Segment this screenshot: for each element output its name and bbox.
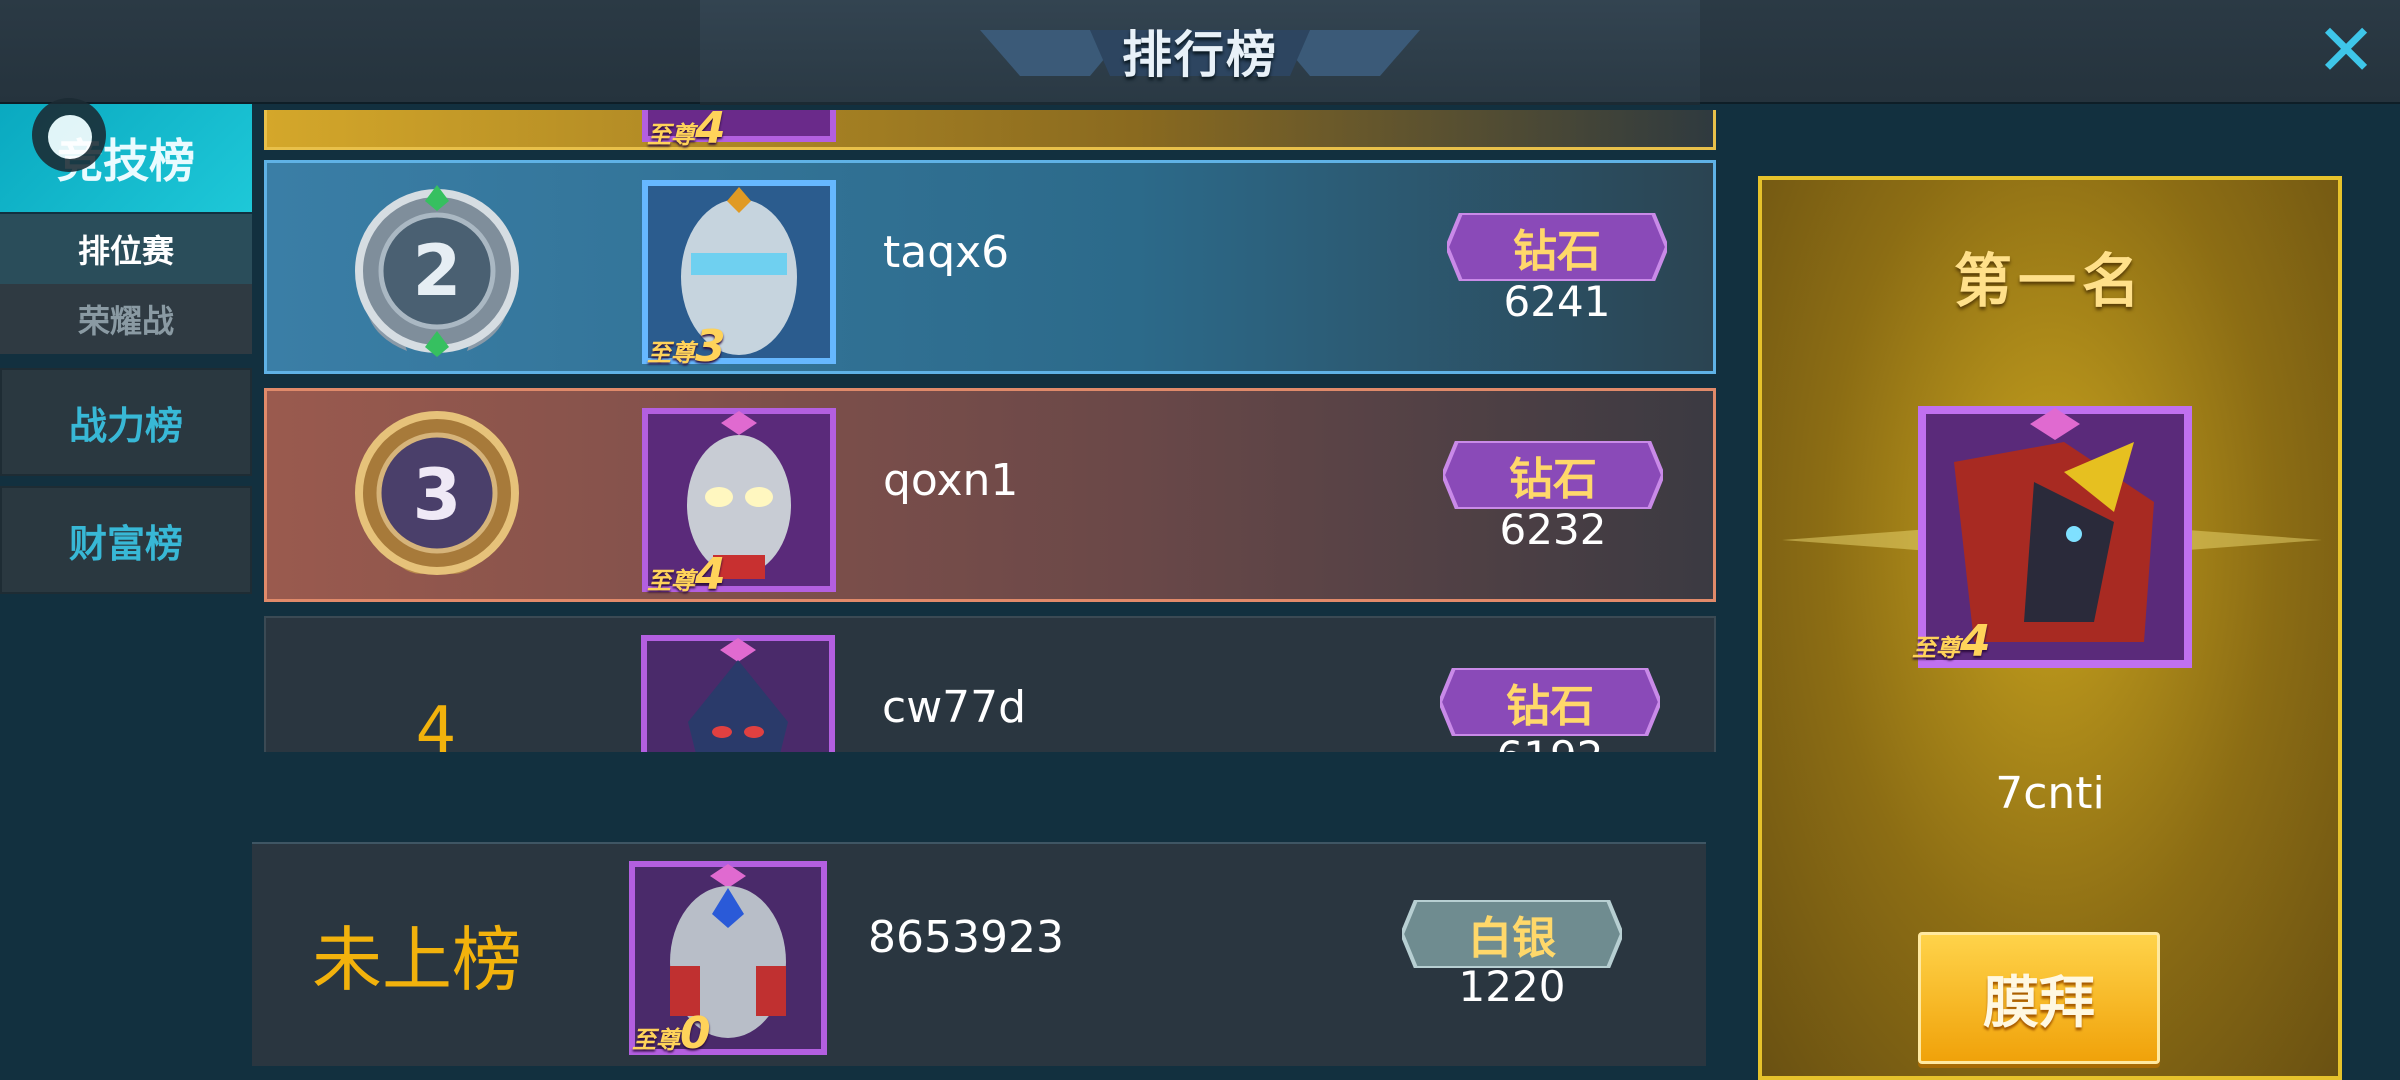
player-name: qoxn1 <box>883 455 1019 506</box>
score: 6232 <box>1499 505 1607 554</box>
tab-wealth-label: 财富榜 <box>68 521 183 566</box>
tab-power[interactable]: 战力榜 <box>0 368 252 476</box>
level-tag: 至尊4 <box>647 110 726 154</box>
subtab-ranked-label: 排位赛 <box>77 232 174 270</box>
level-tag: 至尊0 <box>632 1008 711 1059</box>
level-tag: 至尊4 <box>647 549 726 600</box>
player-name: 8653923 <box>868 912 1064 963</box>
floating-assist-icon[interactable] <box>32 98 106 172</box>
my-rank-row: 未上榜 至尊0 8653923 白银 1220 <box>252 842 1706 1066</box>
subtab-glory[interactable]: 荣耀战 <box>0 284 252 354</box>
player-name: taqx6 <box>883 227 1010 278</box>
close-icon[interactable]: ✕ <box>2310 14 2382 86</box>
list-item[interactable]: 3 至尊4 qoxn1 钻石 6232 <box>264 388 1716 602</box>
player-name: cw77d <box>882 682 1027 733</box>
bronze-medal-icon: 3 <box>355 411 519 575</box>
first-place-name: 7cnti <box>1995 768 2105 819</box>
list-item[interactable]: 至尊4 <box>264 110 1716 154</box>
ranking-list[interactable]: 至尊4 2 至尊3 taqx6 钻石 6241 3 至尊4 qoxn1 钻石 6… <box>262 110 1720 752</box>
silver-medal-icon: 2 <box>355 185 519 357</box>
rank-number: 2 <box>413 230 462 312</box>
worship-button[interactable]: 膜拜 <box>1918 932 2160 1064</box>
subtab-glory-label: 荣耀战 <box>77 302 174 340</box>
list-item[interactable]: 4 cw77d 钻石 6192 <box>264 616 1716 752</box>
page-title: 排行榜 <box>1122 26 1278 84</box>
tier-badge: 钻石 <box>1447 213 1667 281</box>
rank-number: 3 <box>413 454 462 536</box>
tab-power-label: 战力榜 <box>68 403 183 448</box>
my-rank-status: 未上榜 <box>312 919 522 1001</box>
avatar <box>641 635 835 752</box>
list-item[interactable]: 2 至尊3 taqx6 钻石 6241 <box>264 160 1716 374</box>
score: 6192 <box>1440 732 1660 752</box>
first-place-title: 第一名 <box>1953 247 2146 315</box>
tier-badge: 白银 <box>1402 900 1622 968</box>
rank-number: 4 <box>415 694 457 752</box>
subtab-ranked[interactable]: 排位赛 <box>0 214 252 284</box>
tier-badge: 钻石 <box>1443 441 1663 509</box>
score: 1220 <box>1458 962 1566 1011</box>
level-tag: 至尊3 <box>647 321 726 372</box>
score: 6241 <box>1503 277 1611 326</box>
tier-badge: 钻石 <box>1440 668 1660 736</box>
tab-wealth[interactable]: 财富榜 <box>0 486 252 594</box>
level-tag: 至尊4 <box>1912 616 1991 667</box>
first-place-panel: 第一名 至尊4 7cnti 膜拜 <box>1758 176 2342 1080</box>
